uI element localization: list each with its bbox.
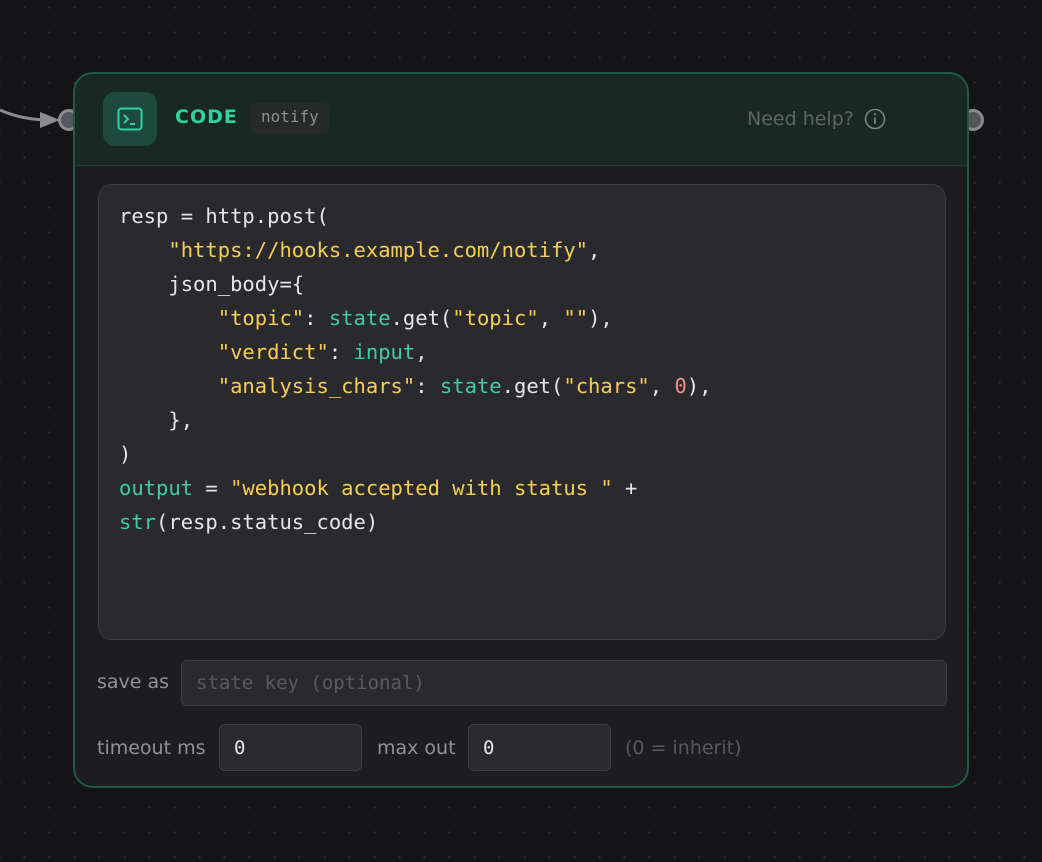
code-token: input — [353, 340, 416, 364]
code-token: : — [328, 340, 354, 364]
code-line: str(resp.status_code) — [119, 505, 925, 539]
code-token: "chars" — [563, 374, 650, 398]
code-token: "topic" — [217, 306, 305, 330]
save-as-input[interactable] — [181, 660, 947, 706]
code-token: , — [415, 340, 428, 364]
code-token: ) — [119, 442, 132, 466]
code-token: : — [304, 306, 329, 330]
code-token: , — [649, 374, 675, 398]
code-token: .get( — [501, 374, 564, 398]
node-type-label: CODE — [175, 106, 238, 128]
help-label: Need help? — [747, 108, 854, 130]
code-line: "https://hooks.example.com/notify", — [119, 233, 925, 267]
code-line: ) — [119, 437, 925, 471]
save-as-label: save as — [97, 671, 170, 693]
code-line: "analysis_chars": state.get("chars", 0), — [119, 369, 925, 403]
code-token: "analysis_chars" — [217, 374, 416, 398]
timeout-input[interactable] — [219, 724, 362, 771]
code-line: json_body={ — [119, 267, 925, 301]
code-token: state — [328, 306, 391, 330]
code-token: "topic" — [452, 306, 539, 330]
terminal-icon — [103, 92, 157, 146]
code-line: }, — [119, 403, 925, 437]
code-token: output — [119, 476, 194, 500]
code-token: }, — [119, 408, 194, 432]
timeout-label: timeout ms — [97, 737, 206, 759]
code-token: "verdict" — [217, 340, 329, 364]
help-link[interactable]: Need help? — [747, 108, 886, 130]
code-token: + — [612, 476, 638, 500]
code-token: : — [415, 374, 440, 398]
code-token: json_body={ — [119, 272, 305, 296]
code-token: ), — [588, 306, 613, 330]
code-token: , — [538, 306, 564, 330]
code-line: "verdict": input, — [119, 335, 925, 369]
code-token: resp = http.post( — [119, 204, 329, 228]
code-token: "webhook accepted with status " — [230, 476, 613, 500]
code-token: (resp.status_code) — [156, 510, 379, 534]
node-header[interactable]: CODE notify Need help? — [75, 74, 967, 166]
code-token: state — [439, 374, 502, 398]
code-token: "" — [563, 306, 589, 330]
code-token: , — [588, 238, 601, 262]
code-line: "topic": state.get("topic", ""), — [119, 301, 925, 335]
code-line: resp = http.post( — [119, 199, 925, 233]
code-token: = — [193, 476, 231, 500]
code-token: str — [119, 510, 157, 534]
code-node[interactable]: CODE notify Need help? resp = http.post(… — [73, 72, 969, 788]
max-out-label: max out — [377, 737, 456, 759]
inherit-hint: (0 = inherit) — [625, 737, 742, 759]
code-token: ), — [686, 374, 712, 398]
code-token: "https://hooks.example.com/notify" — [168, 238, 589, 262]
code-token: 0 — [674, 374, 687, 398]
code-editor[interactable]: resp = http.post( "https://hooks.example… — [98, 184, 946, 640]
max-out-input[interactable] — [468, 724, 611, 771]
code-token: .get( — [390, 306, 453, 330]
node-name-chip[interactable]: notify — [251, 103, 329, 134]
code-line: output = "webhook accepted with status "… — [119, 471, 925, 505]
info-icon — [864, 108, 886, 130]
